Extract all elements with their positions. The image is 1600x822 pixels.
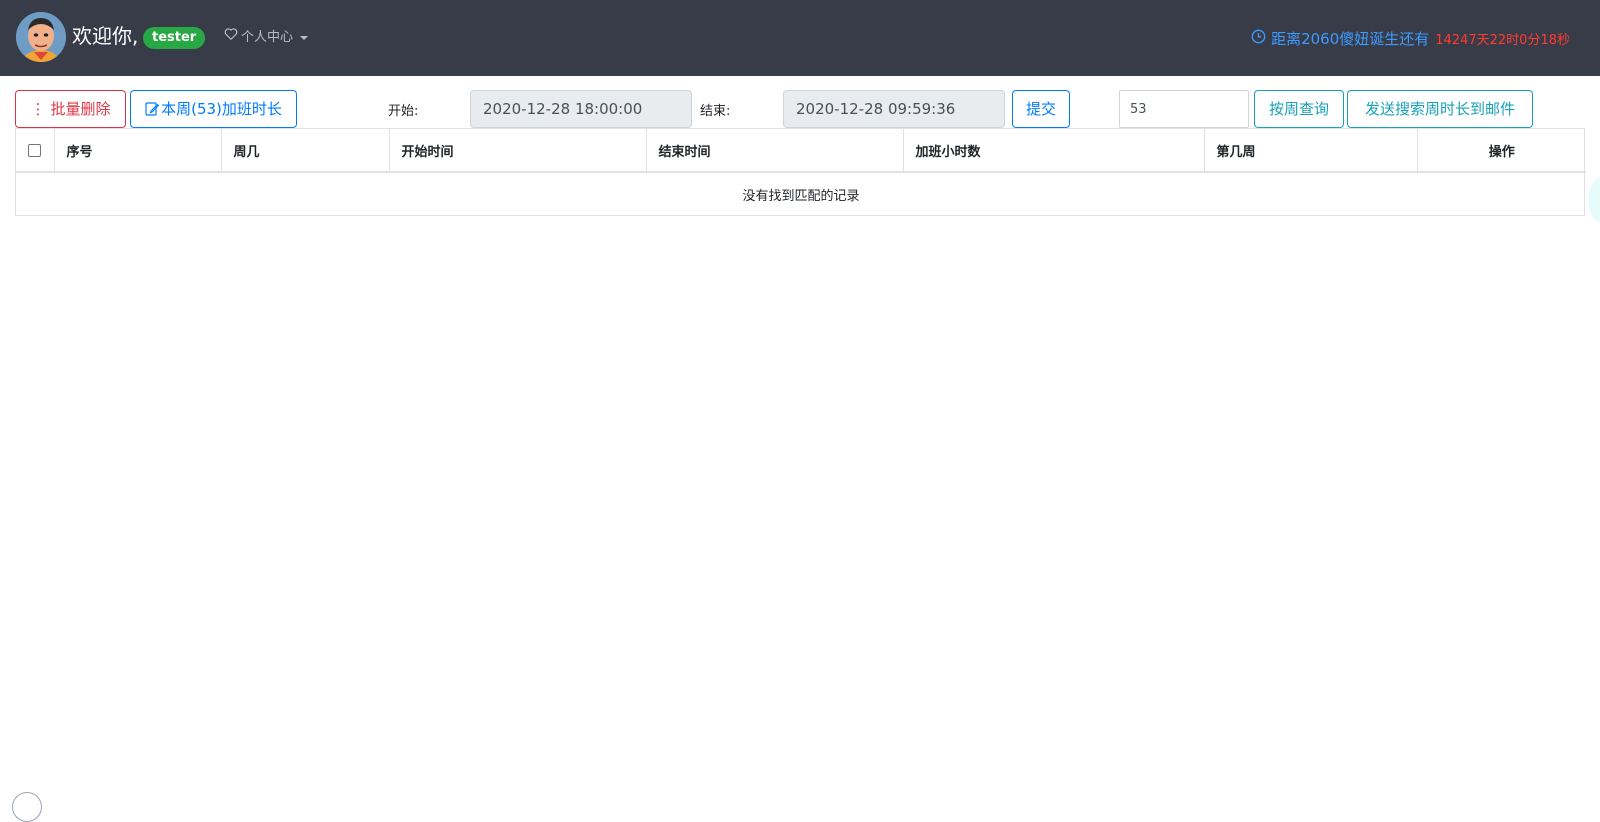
- table-header-row: 序号 周几 开始时间 结束时间 加班小时数 第几周 操作: [16, 129, 1586, 173]
- column-header-start-time[interactable]: 开始时间: [389, 129, 647, 173]
- week-overtime-label: 本周(53)加班时长: [161, 100, 282, 118]
- countdown: 距离2060傻妞诞生还有 14247天22时0分18秒: [1251, 27, 1570, 49]
- user-avatar[interactable]: [16, 12, 66, 62]
- column-header-overtime-hours[interactable]: 加班小时数: [903, 129, 1205, 173]
- column-header-index[interactable]: 序号: [54, 129, 222, 173]
- clock-icon: [1251, 29, 1266, 48]
- column-header-actions: 操作: [1417, 129, 1586, 173]
- username-badge: tester: [143, 27, 206, 49]
- week-number-input[interactable]: [1119, 90, 1249, 128]
- floating-side-widget[interactable]: [1588, 175, 1600, 225]
- end-time-input[interactable]: [783, 90, 1005, 128]
- batch-delete-button[interactable]: ⋮ 批量删除: [15, 90, 126, 128]
- submit-button[interactable]: 提交: [1012, 90, 1070, 128]
- more-vertical-icon: ⋮: [30, 100, 46, 118]
- select-all-cell: [16, 129, 55, 173]
- column-header-end-time[interactable]: 结束时间: [646, 129, 904, 173]
- column-header-weekday[interactable]: 周几: [221, 129, 390, 173]
- start-time-input[interactable]: [470, 90, 692, 128]
- personal-center-dropdown[interactable]: 个人中心: [224, 27, 309, 49]
- batch-delete-label: 批量删除: [50, 100, 111, 118]
- caret-down-icon: [300, 36, 309, 40]
- send-email-button[interactable]: 发送搜索周时长到邮件: [1347, 90, 1533, 128]
- countdown-value: 14247天22时0分18秒: [1435, 32, 1570, 48]
- select-all-checkbox[interactable]: [28, 143, 42, 157]
- column-header-week-number[interactable]: 第几周: [1204, 129, 1418, 173]
- empty-row: 没有找到匹配的记录: [16, 172, 1586, 215]
- personal-center-label: 个人中心: [241, 30, 294, 45]
- end-label: 结束:: [700, 104, 731, 119]
- welcome-text: 欢迎你,: [72, 24, 139, 48]
- start-label: 开始:: [388, 104, 419, 119]
- floating-corner-widget[interactable]: [12, 792, 42, 822]
- top-navbar: 欢迎你, tester 个人中心 距离2060傻妞诞生还有 14247天22时0…: [0, 0, 1600, 76]
- overtime-table: 序号 周几 开始时间 结束时间 加班小时数 第几周 操作 没有找到匹配的记录: [15, 128, 1586, 216]
- edit-icon: [145, 93, 160, 129]
- countdown-label: 距离2060傻妞诞生还有: [1271, 29, 1430, 48]
- week-overtime-button[interactable]: 本周(53)加班时长: [130, 90, 297, 128]
- heart-icon: [224, 27, 241, 49]
- query-by-week-button[interactable]: 按周查询: [1254, 90, 1344, 128]
- empty-message: 没有找到匹配的记录: [742, 188, 860, 204]
